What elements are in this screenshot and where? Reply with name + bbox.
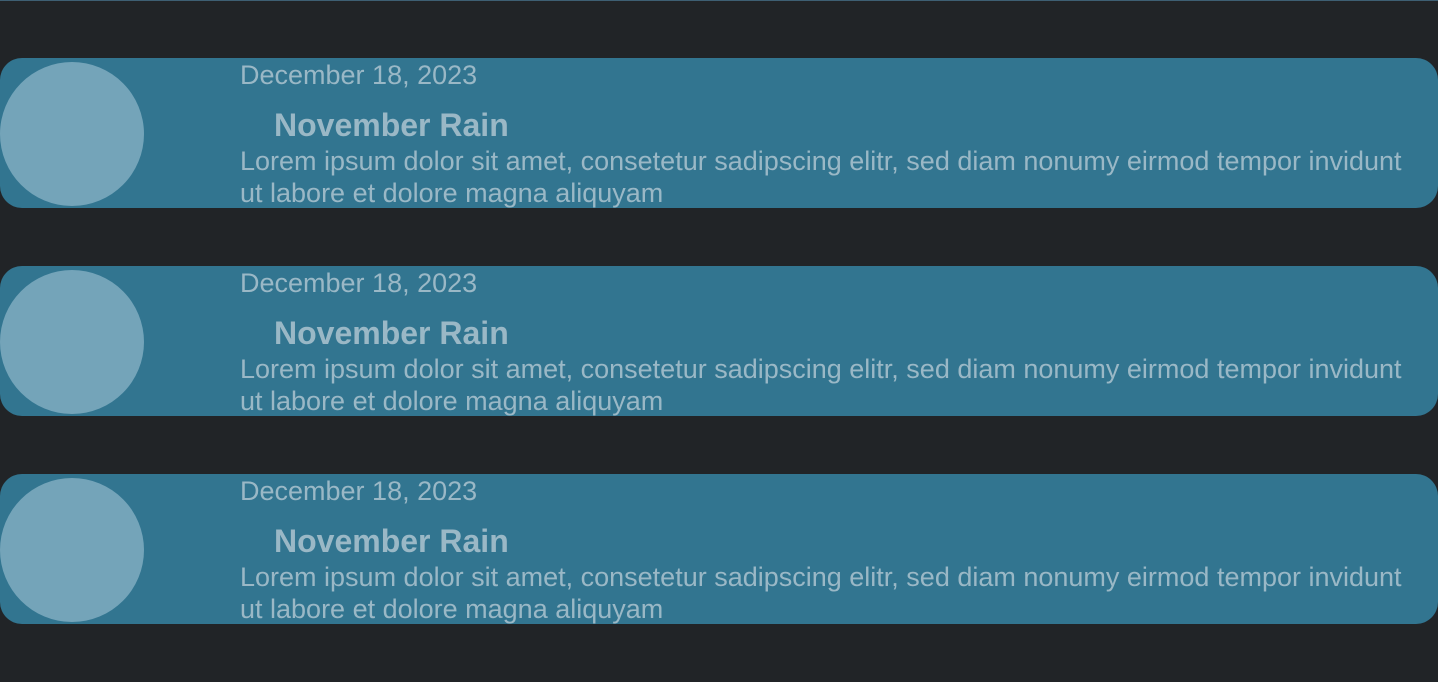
post-date: December 18, 2023	[240, 268, 478, 298]
post-title[interactable]: November Rain	[274, 522, 509, 560]
avatar-placeholder	[0, 62, 144, 206]
top-divider	[0, 0, 1438, 1]
post-card[interactable]: December 18, 2023 November Rain Lorem ip…	[0, 474, 1438, 624]
post-title[interactable]: November Rain	[274, 314, 509, 352]
avatar-placeholder	[0, 270, 144, 414]
post-card[interactable]: December 18, 2023 November Rain Lorem ip…	[0, 266, 1438, 416]
post-list: December 18, 2023 November Rain Lorem ip…	[0, 58, 1438, 682]
post-excerpt: Lorem ipsum dolor sit amet, consetetur s…	[240, 146, 1402, 208]
post-card[interactable]: December 18, 2023 November Rain Lorem ip…	[0, 58, 1438, 208]
post-date: December 18, 2023	[240, 60, 478, 90]
post-excerpt: Lorem ipsum dolor sit amet, consetetur s…	[240, 354, 1402, 416]
post-date: December 18, 2023	[240, 476, 478, 506]
post-excerpt: Lorem ipsum dolor sit amet, consetetur s…	[240, 562, 1402, 624]
post-title[interactable]: November Rain	[274, 106, 509, 144]
avatar-placeholder	[0, 478, 144, 622]
